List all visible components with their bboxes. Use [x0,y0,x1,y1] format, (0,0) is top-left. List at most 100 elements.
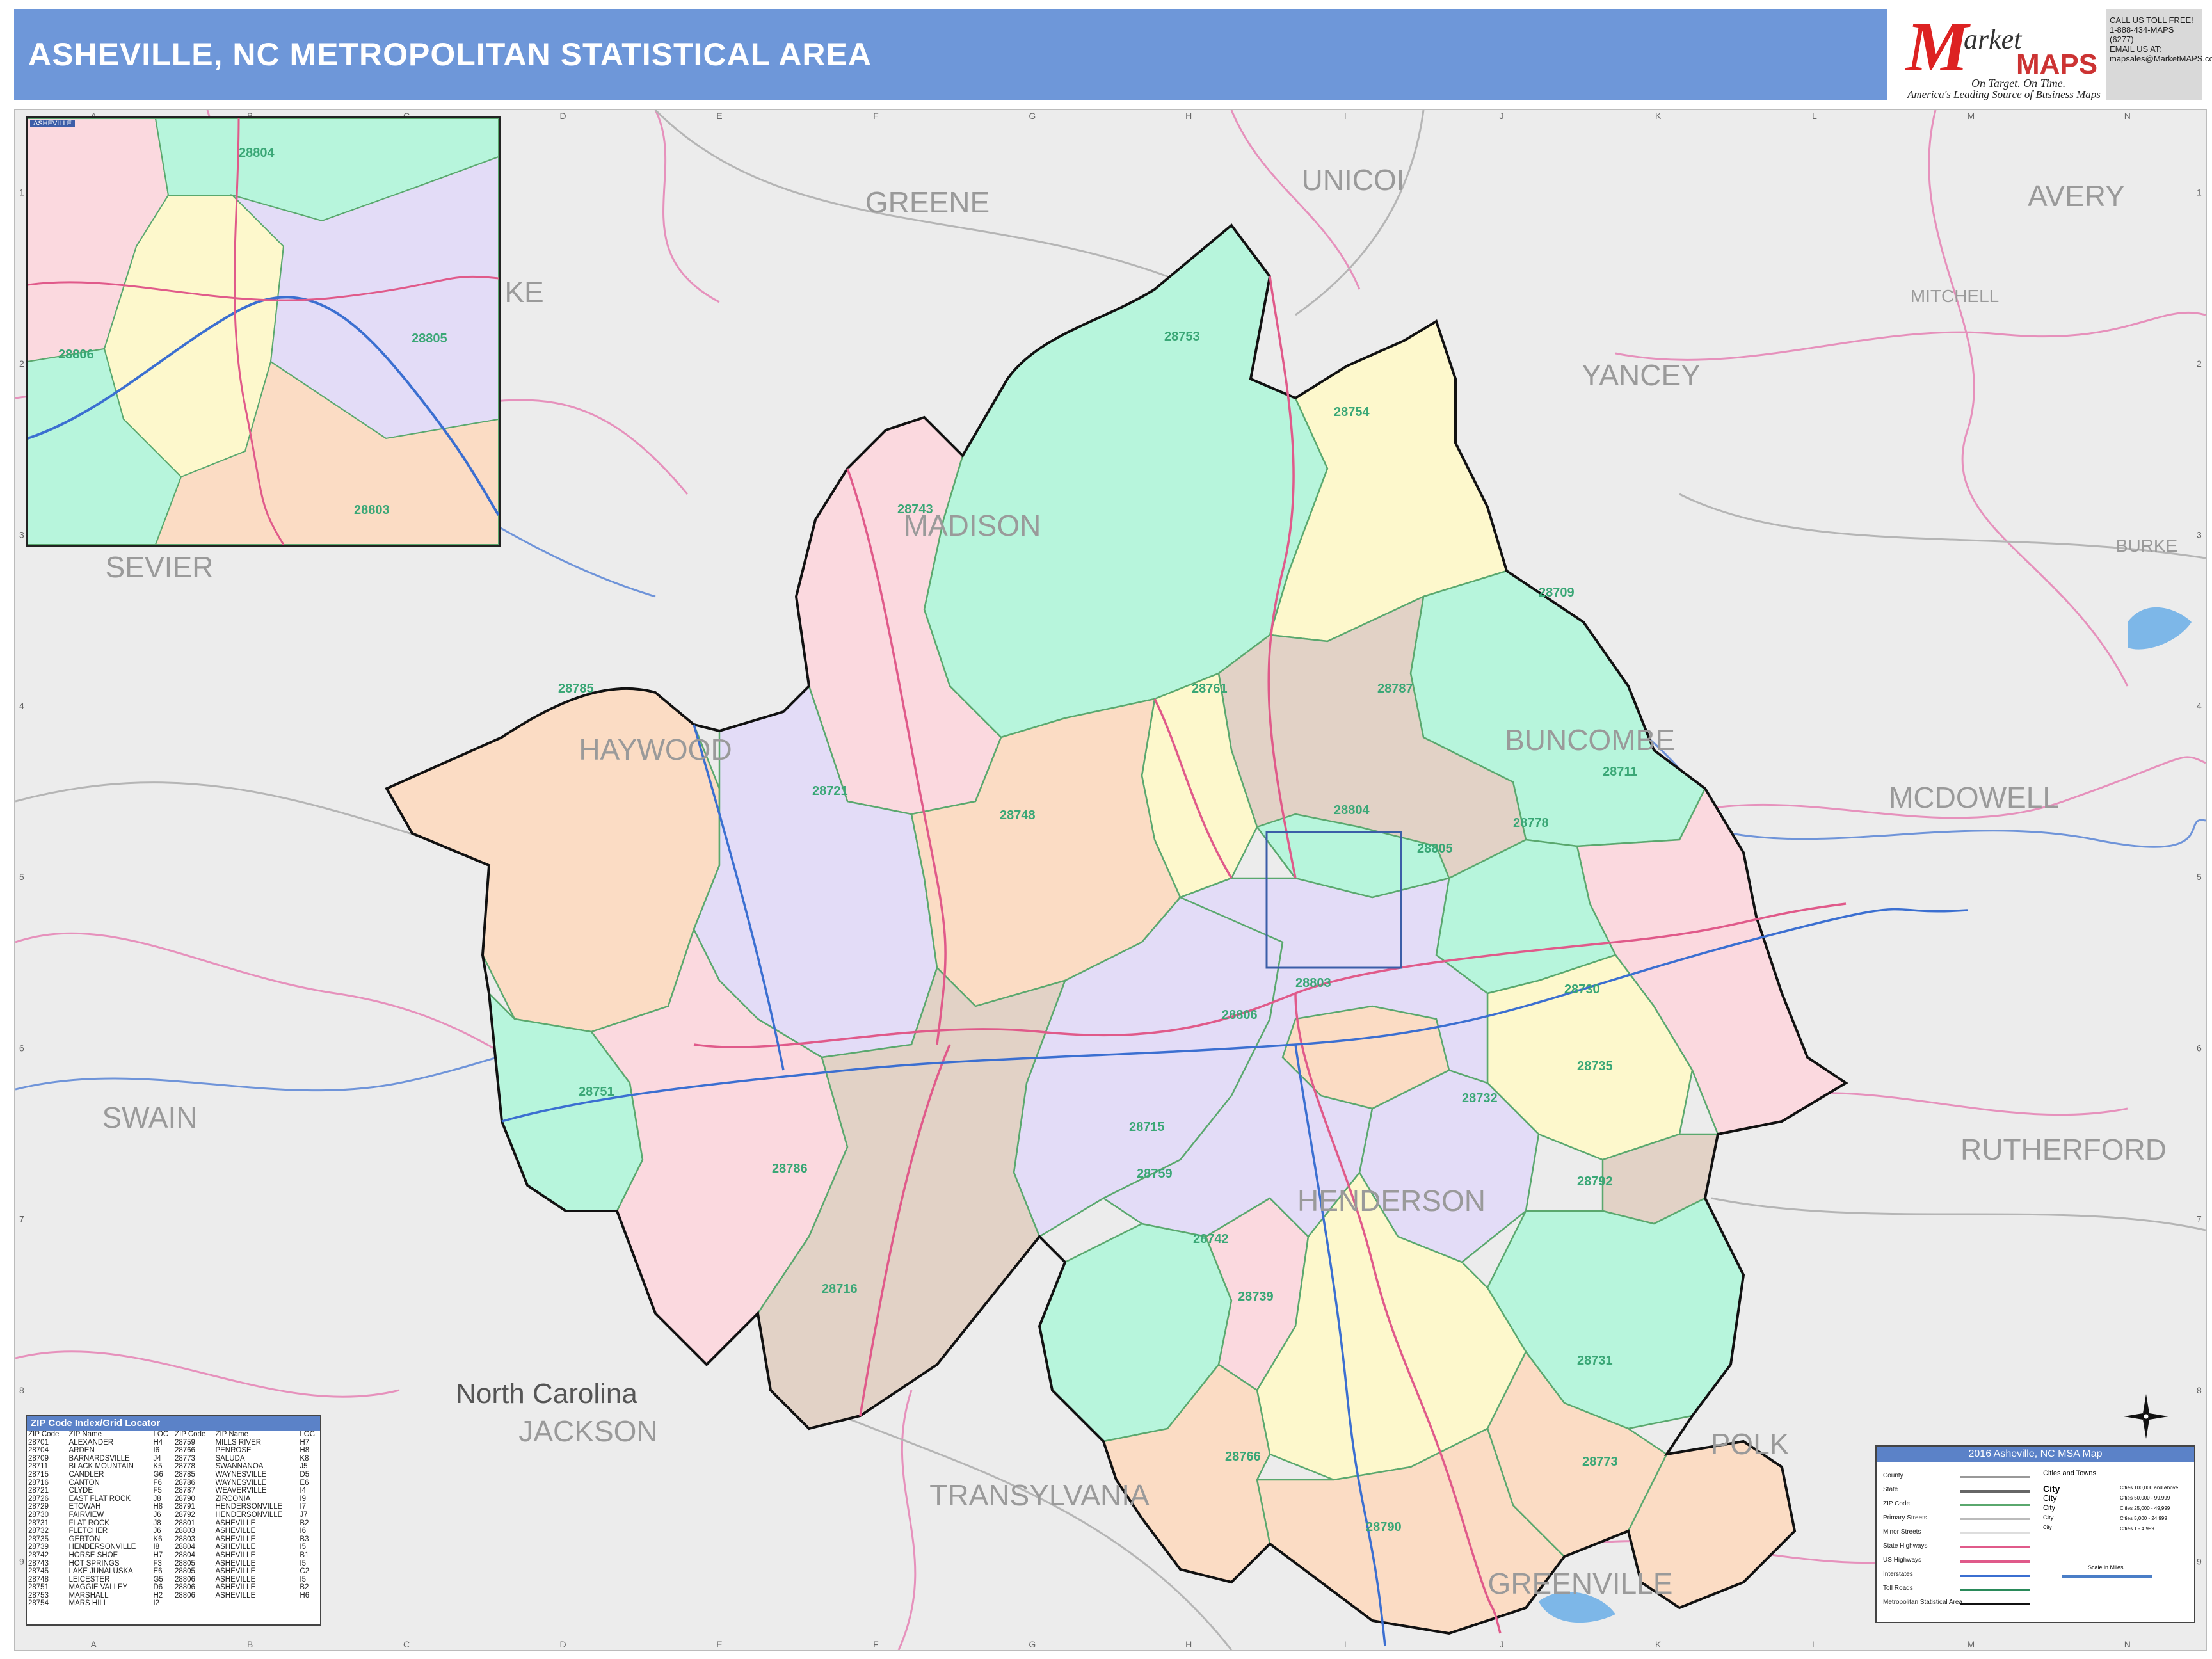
grid-row-label: 7 [2197,1214,2202,1224]
zip-index-cell: 28806 [174,1583,195,1592]
column-header: ZIP Name [68,1431,102,1438]
legend-item-label: Primary Streets [1883,1514,1927,1521]
zip-index-cell: BARNARDSVILLE [68,1454,130,1463]
zip-index-cell: B2 [300,1583,309,1592]
zip-index-row: 28735 GERTON K6 28803 ASHEVILLE B3 [27,1535,320,1544]
zip-index-table: ZIP Code ZIP Name LOC ZIP Code ZIP Name … [27,1431,320,1608]
zip-index-cell: 28773 [174,1454,195,1463]
zip-index-cell: 28711 [28,1463,49,1471]
county-label: GREENE [865,186,990,219]
zip-index-cell: ASHEVILLE [215,1527,256,1535]
zip-index-cell [173,1599,214,1608]
zip-index-cell: I2 [153,1599,160,1608]
zip-label: 28731 [1577,1354,1613,1368]
legend-item-symbol [1960,1518,2030,1520]
zip-index-cell: ZIRCONIA [215,1495,251,1503]
zip-index-cell: C2 [300,1567,310,1576]
zip-index-row: 28753 MARSHALL H2 28806 ASHEVILLE H6 [27,1592,320,1600]
zip-index-cell: GERTON [68,1535,100,1543]
grid-row-label: 2 [2197,358,2202,369]
zip-label: 28730 [1564,982,1600,997]
zip-index-cell: H8 [300,1447,310,1455]
logo-subline: America's Leading Source of Business Map… [1907,88,2101,100]
inset-title: ASHEVILLE [30,120,75,127]
zip-label: 28754 [1334,405,1370,419]
legend-item-symbol [1960,1603,2030,1605]
zip-index-cell: D5 [300,1470,310,1479]
zip-index-cell: ARDEN [68,1447,95,1455]
grid-column-label: M [1968,1639,1975,1649]
zip-label: 28787 [1377,682,1413,696]
zip-index-row: 28716 CANTON F6 28786 WAYNESVILLE E6 [27,1479,320,1487]
zip-index-cell: ASHEVILLE [215,1551,256,1559]
zip-index-cell: K5 [153,1463,163,1471]
grid-column-label: A [91,1639,97,1649]
zip-label: 28759 [1137,1167,1173,1181]
zip-index-cell: 28803 [174,1535,195,1543]
legend-city-population: Cities 25,000 - 49,999 [2120,1505,2170,1511]
zip-index-row: 28731 FLAT ROCK J8 28801 ASHEVILLE B2 [27,1519,320,1528]
zip-index-row: 28748 LEICESTER G5 28806 ASHEVILLE I5 [27,1576,320,1584]
grid-row-label: 7 [19,1214,24,1224]
zip-index-cell: 28792 [174,1511,195,1519]
scale-label: Scale in Miles [2088,1564,2124,1571]
zip-index-cell: CANTON [68,1479,100,1487]
zip-index-cell: I6 [153,1447,160,1455]
legend-item-symbol [1960,1546,2030,1548]
zip-index-cell: ASHEVILLE [215,1567,256,1576]
zip-index-cell: 28805 [174,1567,195,1576]
zip-index-cell [298,1599,320,1608]
zip-index-cell: I5 [300,1543,306,1551]
zip-index-cell: ALEXANDER [68,1438,114,1447]
zip-index-cell: MAGGIE VALLEY [68,1583,128,1592]
zip-index-cell: G5 [153,1575,163,1583]
zip-index-row: 28715 CANDLER G6 28785 WAYNESVILLE D5 [27,1471,320,1479]
zip-index-cell: EAST FLAT ROCK [68,1495,131,1503]
grid-row-label: 4 [19,701,24,711]
legend-item-label: US Highways [1883,1557,1922,1564]
county-label: UNICOI [1302,163,1405,196]
grid-column-label: B [247,1639,253,1649]
zip-index-cell: 28766 [174,1447,195,1455]
zip-index-row: 28732 FLETCHER J6 28803 ASHEVILLE I6 [27,1527,320,1535]
grid-row-label: 9 [19,1556,24,1566]
zip-index-title: ZIP Code Index/Grid Locator [27,1416,320,1431]
zip-index-cell: I7 [300,1503,306,1511]
legend-item-label: Metropolitan Statistical Area [1883,1599,1962,1606]
zip-index-cell: 28745 [28,1567,49,1576]
county-label: AVERY [2028,179,2125,212]
grid-row-label: 6 [2197,1043,2202,1053]
zip-index-cell: ASHEVILLE [215,1575,256,1583]
grid-column-label: E [716,111,722,121]
grid-column-label: I [1344,1639,1347,1649]
county-label: MCDOWELL [1889,781,2059,814]
zip-index-cell: 28730 [28,1511,49,1519]
zip-index-cell: WAYNESVILLE [215,1479,267,1487]
zip-label: 28785 [558,682,594,696]
asheville-inset[interactable]: 28804 28806 28805 28803 ASHEVILLE [26,116,501,547]
legend-city-sample: City [2043,1514,2054,1521]
zip-index-cell: ASHEVILLE [215,1519,256,1527]
zip-index-cell: 28759 [174,1438,195,1447]
contact-email[interactable]: mapsales@MarketMAPS.com [2110,54,2212,63]
zip-index-row: 28745 LAKE JUNALUSKA E6 28805 ASHEVILLE C2 [27,1567,320,1576]
zip-index-cell: SWANNANOA [215,1463,264,1471]
zip-index-cell: H2 [153,1591,163,1599]
zip-label: 28735 [1577,1059,1613,1073]
zip-index-cell: 28803 [174,1527,195,1535]
zip-index-row: 28754 MARS HILL I2 [27,1599,320,1608]
legend-city-population: Cities 1 - 4,999 [2120,1526,2154,1532]
zip-index-cell: FAIRVIEW [68,1511,104,1519]
zip-index-cell: 28805 [174,1559,195,1567]
inset-zip-label: 28806 [58,348,94,362]
zip-label: 28716 [822,1282,858,1296]
zip-index-cell: J6 [153,1527,161,1535]
zip-index-cell: MILLS RIVER [215,1438,262,1447]
zip-index-cell: FLETCHER [68,1527,108,1535]
inset-zip-label: 28803 [354,503,390,517]
grid-column-label: M [1968,111,1975,121]
grid-row-label: 1 [19,188,24,198]
legend-city-population: Cities 50,000 - 99,999 [2120,1495,2170,1501]
county-label: HAYWOOD [579,733,732,766]
zip-index-cell: B3 [300,1535,309,1543]
